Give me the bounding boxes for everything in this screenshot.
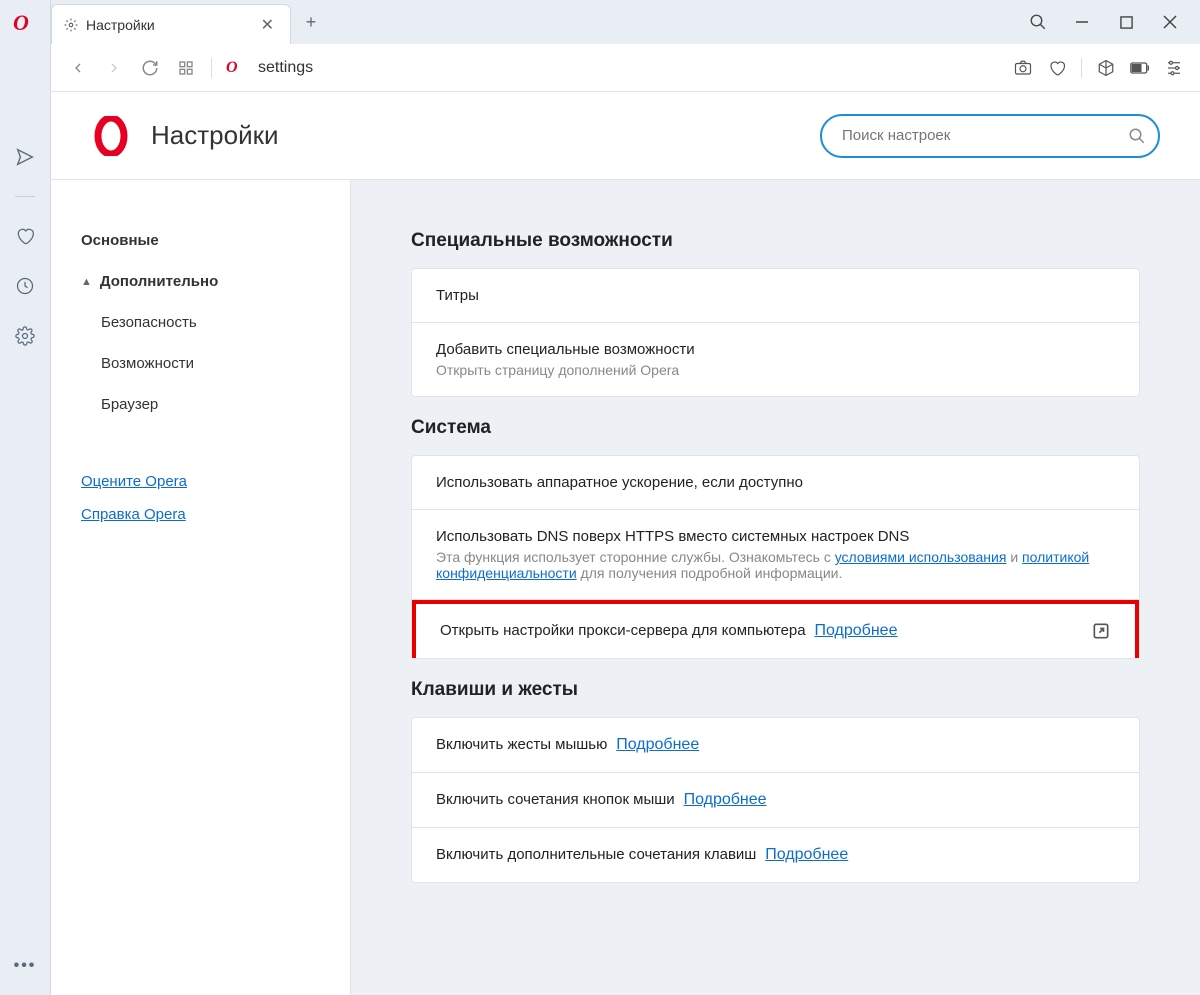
new-tab-button[interactable]: + <box>291 0 331 44</box>
add-accessibility-row[interactable]: Добавить специальные возможности Открыть… <box>412 323 1139 396</box>
sidebar-item-security[interactable]: Безопасность <box>81 302 350 343</box>
row-title: Добавить специальные возможности <box>436 341 1115 358</box>
send-icon[interactable] <box>14 146 36 168</box>
rocker-more-link[interactable]: Подробнее <box>684 791 767 808</box>
forward-icon[interactable] <box>103 57 125 79</box>
maximize-icon[interactable] <box>1108 4 1144 40</box>
opera-big-icon <box>91 116 131 156</box>
back-icon[interactable] <box>67 57 89 79</box>
tab-title: Настройки <box>86 17 249 33</box>
main-area: Настройки ✕ + <box>50 0 1200 995</box>
section-accessibility: Специальные возможности <box>411 230 1140 252</box>
close-icon[interactable]: ✕ <box>257 15 278 35</box>
window-controls <box>1008 0 1200 44</box>
sidebar-item-advanced[interactable]: ▲ Дополнительно <box>81 261 350 302</box>
easy-setup-icon[interactable] <box>1164 58 1184 78</box>
rail-divider <box>15 196 35 197</box>
rocker-row[interactable]: Включить сочетания кнопок мыши Подробнее <box>412 773 1139 828</box>
settings-header: Настройки <box>51 92 1200 180</box>
sidebar-item-browser[interactable]: Браузер <box>81 384 350 425</box>
settings-body: Специальные возможности Титры Добавить с… <box>351 180 1200 995</box>
section-keys: Клавиши и жесты <box>411 679 1140 701</box>
dns-row[interactable]: Использовать DNS поверх HTTPS вместо сис… <box>412 510 1139 600</box>
heart-icon[interactable] <box>14 225 36 247</box>
proxy-more-link[interactable]: Подробнее <box>815 622 898 639</box>
proxy-settings-row[interactable]: Открыть настройки прокси-сервера для ком… <box>412 600 1139 658</box>
battery-icon[interactable] <box>1130 58 1150 78</box>
search-input[interactable] <box>820 114 1160 158</box>
dns-text-3: для получения подробной информации. <box>577 565 843 581</box>
page-title: Настройки <box>151 120 800 151</box>
captions-row[interactable]: Титры <box>412 269 1139 323</box>
tab-settings[interactable]: Настройки ✕ <box>51 4 291 44</box>
search-window-icon[interactable] <box>1020 4 1056 40</box>
search-icon <box>1128 127 1146 145</box>
settings-sidenav: Основные ▲ Дополнительно Безопасность Во… <box>51 180 351 995</box>
extra-shortcuts-row[interactable]: Включить дополнительные сочетания клавиш… <box>412 828 1139 882</box>
nav-divider <box>211 58 212 78</box>
extra-more-link[interactable]: Подробнее <box>765 846 848 863</box>
accessibility-card: Титры Добавить специальные возможности О… <box>411 268 1140 397</box>
tab-bar: Настройки ✕ + <box>51 0 1200 44</box>
content: Основные ▲ Дополнительно Безопасность Во… <box>51 180 1200 995</box>
settings-gear-icon[interactable] <box>14 325 36 347</box>
section-system: Система <box>411 417 1140 439</box>
help-opera-link[interactable]: Справка Opera <box>81 498 350 531</box>
sidebar-item-features[interactable]: Возможности <box>81 343 350 384</box>
terms-link[interactable]: условиями использования <box>835 549 1007 565</box>
more-icon[interactable]: ••• <box>14 957 37 975</box>
dns-text-2: и <box>1006 549 1022 565</box>
mouse-gestures-row[interactable]: Включить жесты мышью Подробнее <box>412 718 1139 773</box>
sidebar-item-basic[interactable]: Основные <box>81 220 350 261</box>
row-title: Включить дополнительные сочетания клавиш <box>436 846 756 863</box>
row-title: Использовать DNS поверх HTTPS вместо сис… <box>436 528 1115 545</box>
sidebar-label-advanced: Дополнительно <box>100 273 218 290</box>
camera-icon[interactable] <box>1013 58 1033 78</box>
cube-icon[interactable] <box>1096 58 1116 78</box>
row-title: Использовать аппаратное ускорение, если … <box>436 474 1115 491</box>
mouse-more-link[interactable]: Подробнее <box>616 736 699 753</box>
rate-opera-link[interactable]: Оцените Opera <box>81 465 350 498</box>
dns-text-1: Эта функция использует сторонние службы.… <box>436 549 835 565</box>
address-text[interactable]: settings <box>258 59 999 77</box>
external-link-icon <box>1091 621 1111 641</box>
window-close-icon[interactable] <box>1152 4 1188 40</box>
reload-icon[interactable] <box>139 57 161 79</box>
gear-icon <box>64 18 78 32</box>
heart-addr-icon[interactable] <box>1047 58 1067 78</box>
keys-card: Включить жесты мышью Подробнее Включить … <box>411 717 1140 883</box>
addr-divider <box>1081 58 1082 78</box>
left-rail: O ••• <box>0 0 50 995</box>
opera-addr-icon: O <box>226 59 244 77</box>
address-bar: O settings <box>51 44 1200 92</box>
search-wrap <box>820 114 1160 158</box>
minimize-icon[interactable] <box>1064 4 1100 40</box>
row-title: Включить жесты мышью <box>436 736 607 753</box>
opera-logo-icon[interactable]: O <box>13 10 37 34</box>
row-subtitle: Открыть страницу дополнений Opera <box>436 362 1115 378</box>
caret-up-icon: ▲ <box>81 276 92 288</box>
history-icon[interactable] <box>14 275 36 297</box>
speed-dial-icon[interactable] <box>175 57 197 79</box>
row-title: Титры <box>436 287 1115 304</box>
row-subtitle: Эта функция использует сторонние службы.… <box>436 549 1115 581</box>
row-title: Открыть настройки прокси-сервера для ком… <box>440 622 806 639</box>
hw-accel-row[interactable]: Использовать аппаратное ускорение, если … <box>412 456 1139 510</box>
system-card: Использовать аппаратное ускорение, если … <box>411 455 1140 659</box>
row-title: Включить сочетания кнопок мыши <box>436 791 675 808</box>
